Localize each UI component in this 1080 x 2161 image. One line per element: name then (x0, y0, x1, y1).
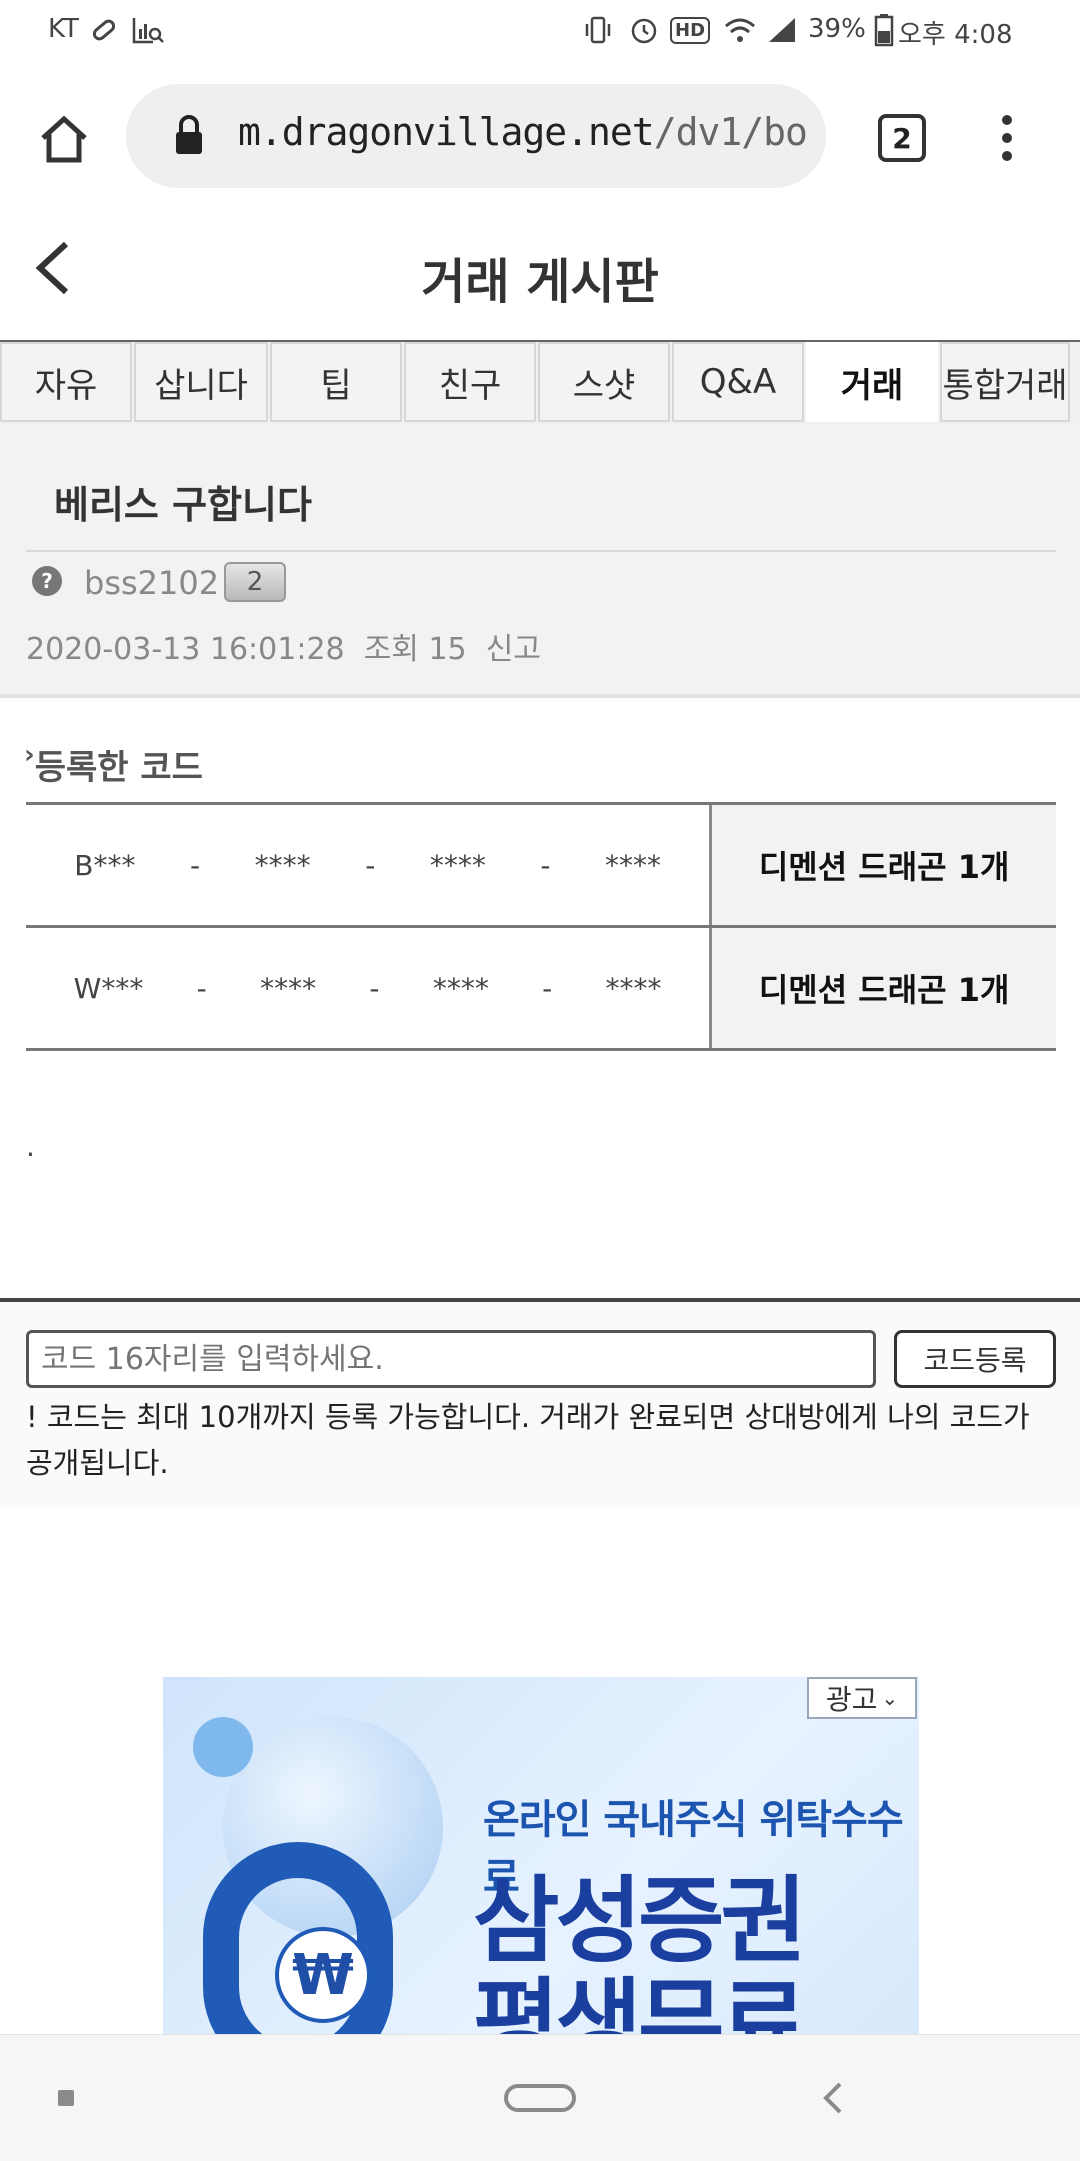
tab-integrated-trade[interactable]: 통합거래 (940, 342, 1070, 422)
code-separator: - (369, 971, 380, 1005)
post-datetime: 2020-03-13 16:01:28 (26, 632, 345, 667)
section-title: ›등록한 코드 (24, 740, 203, 789)
section-title-text: 등록한 코드 (34, 748, 203, 788)
code-part: W*** (73, 971, 144, 1005)
chart-search-icon (130, 12, 166, 48)
alarm-icon (626, 12, 662, 48)
home-icon[interactable] (38, 114, 90, 166)
code-table: B*** - **** - **** - **** 디멘션 드래곤 1개 W**… (26, 802, 1056, 1051)
wifi-icon (722, 12, 758, 48)
url-path: /dv1/boa (653, 110, 808, 154)
code-part: **** (605, 848, 661, 882)
question-icon: ? (32, 566, 62, 596)
views-label: 조회 (363, 632, 419, 667)
code-separator: - (196, 971, 207, 1005)
reward-cell: 디멘션 드래곤 1개 (709, 802, 1056, 928)
author-name[interactable]: bss2102 (84, 564, 219, 602)
code-part: **** (254, 848, 311, 882)
vibrate-icon (580, 12, 616, 48)
back-nav-icon[interactable] (814, 2078, 854, 2118)
home-nav-icon[interactable] (504, 2084, 576, 2112)
ad-headline-2: 평생무료 (473, 1969, 807, 2037)
tab-screenshot[interactable]: 스샷 (538, 342, 670, 422)
tab-qna[interactable]: Q&A (672, 342, 804, 422)
code-cell: B*** - **** - **** - **** (26, 802, 711, 928)
battery-percent: 39% (808, 14, 866, 44)
code-cell: W*** - **** - **** - **** (26, 925, 711, 1051)
ad-label-button[interactable]: 광고 ⌄ (807, 1677, 917, 1719)
code-part: **** (429, 848, 486, 882)
url-host: m.dragonvillage.net (238, 110, 655, 154)
divider (26, 550, 1056, 552)
more-menu-icon[interactable] (994, 112, 1020, 164)
page-title: 거래 게시판 (421, 254, 659, 310)
signal-icon (764, 12, 800, 48)
code-part: **** (260, 971, 317, 1005)
level-badge: 2 (224, 562, 286, 602)
table-row: W*** - **** - **** - **** 디멘션 드래곤 1개 (26, 925, 1056, 1051)
code-notice: ! 코드는 최대 10개까지 등록 가능합니다. 거래가 완료되면 상대방에게 … (26, 1400, 1030, 1480)
register-code-button[interactable]: 코드등록 (894, 1330, 1056, 1388)
clock: 오후 4:08 (898, 20, 1013, 50)
won-icon: ₩ (275, 1927, 371, 2023)
code-separator: - (542, 971, 553, 1005)
code-separator: - (190, 848, 201, 882)
code-separator: - (365, 848, 376, 882)
tab-free[interactable]: 자유 (0, 342, 132, 422)
battery-icon (866, 12, 902, 48)
table-row: B*** - **** - **** - **** 디멘션 드래곤 1개 (26, 802, 1056, 928)
code-input[interactable] (26, 1330, 876, 1388)
carrier-label: KT (48, 14, 79, 44)
reward-cell: 디멘션 드래곤 1개 (709, 925, 1056, 1051)
pill-icon (86, 12, 122, 48)
board-tabs: 자유 삽니다 팁 친구 스샷 Q&A 거래 통합거래 (0, 342, 1080, 426)
ad-bubble (193, 1717, 253, 1777)
views-count: 15 (428, 632, 467, 667)
code-part: **** (432, 971, 489, 1005)
post-info: 2020-03-13 16:01:28 조회 15 신고 (26, 624, 541, 668)
post-title: 베리스 구합니다 (54, 483, 312, 527)
post-body: . (26, 1130, 35, 1163)
tab-friend[interactable]: 친구 (404, 342, 536, 422)
code-separator: - (540, 848, 551, 882)
tab-trade[interactable]: 거래 (806, 342, 938, 422)
hd-icon: HD (670, 12, 711, 48)
ad-label: 광고 (825, 1683, 878, 1716)
tab-tip[interactable]: 팁 (270, 342, 402, 422)
url-text[interactable]: m.dragonvillage.net/dv1/boa (238, 110, 808, 154)
recent-apps-icon[interactable] (58, 2090, 74, 2106)
report-link[interactable]: 신고 (486, 632, 541, 667)
tab-buy[interactable]: 삽니다 (134, 342, 268, 422)
code-part: B*** (74, 848, 136, 882)
ad-banner[interactable]: ₩ 온라인 국내주식 위탁수수료 삼성증권 평생무료 (163, 1677, 919, 2037)
code-part: **** (605, 971, 662, 1005)
chevron-right-icon: › (24, 740, 35, 770)
lock-icon (172, 114, 206, 156)
chevron-down-icon: ⌄ (881, 1686, 899, 1710)
tab-switcher-button[interactable]: 2 (878, 114, 926, 162)
